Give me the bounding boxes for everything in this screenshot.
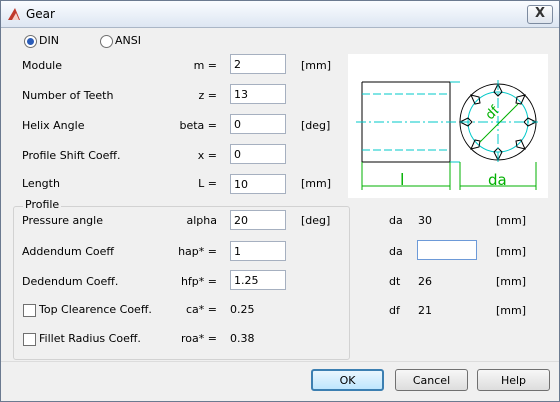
pressure-angle-label: Pressure angle bbox=[22, 214, 103, 227]
window-title: Gear bbox=[26, 7, 55, 21]
root-diameter-label: df bbox=[483, 103, 503, 123]
result-da-value: 30 bbox=[418, 214, 432, 227]
length-unit: [mm] bbox=[301, 177, 332, 190]
top-clearance-label: Top Clearence Coeff. bbox=[39, 303, 152, 316]
result-df-symbol: df bbox=[389, 304, 400, 317]
ok-button[interactable]: OK bbox=[311, 369, 384, 391]
helix-angle-label: Helix Angle bbox=[22, 119, 85, 132]
help-button[interactable]: Help bbox=[477, 369, 550, 391]
helix-angle-symbol: beta = bbox=[179, 119, 217, 132]
dedendum-symbol: hfp* = bbox=[180, 275, 217, 288]
gear-drawing: l df da bbox=[356, 80, 538, 190]
addendum-label: Addendum Coeff bbox=[22, 245, 114, 258]
addendum-symbol: hap* = bbox=[178, 245, 217, 258]
dedendum-label: Dedendum Coeff. bbox=[22, 275, 119, 288]
result-dt-value: 26 bbox=[418, 275, 432, 288]
length-label: Length bbox=[22, 177, 60, 190]
teeth-input[interactable]: 13 bbox=[230, 84, 286, 104]
module-symbol: m = bbox=[193, 59, 217, 72]
close-button[interactable]: X bbox=[527, 5, 553, 24]
result-da2-input[interactable] bbox=[417, 240, 477, 260]
result-df-value: 21 bbox=[418, 304, 432, 317]
pressure-angle-input[interactable]: 20 bbox=[230, 210, 286, 230]
profile-shift-label: Profile Shift Coeff. bbox=[22, 149, 121, 162]
fillet-radius-value: 0.38 bbox=[230, 332, 255, 345]
result-da2-symbol: da bbox=[389, 245, 403, 258]
fillet-radius-label: Fillet Radius Coeff. bbox=[39, 332, 141, 345]
result-dt-symbol: dt bbox=[389, 275, 401, 288]
fillet-radius-checkbox[interactable] bbox=[23, 333, 36, 346]
result-df-unit: [mm] bbox=[496, 304, 527, 317]
pressure-angle-unit: [deg] bbox=[301, 214, 331, 227]
top-clearance-value: 0.25 bbox=[230, 303, 255, 316]
length-input[interactable]: 10 bbox=[230, 174, 286, 194]
teeth-label: Number of Teeth bbox=[22, 89, 114, 102]
diameter-dimension-label: da bbox=[488, 171, 507, 189]
din-label: DIN bbox=[39, 34, 59, 47]
module-unit: [mm] bbox=[301, 59, 332, 72]
teeth-symbol: z = bbox=[198, 89, 218, 102]
module-label: Module bbox=[22, 59, 62, 72]
top-clearance-symbol: ca* = bbox=[185, 303, 217, 316]
length-dimension-label: l bbox=[400, 170, 404, 189]
dedendum-input[interactable]: 1.25 bbox=[230, 270, 286, 290]
fillet-radius-symbol: roa* = bbox=[181, 332, 217, 345]
din-radio[interactable] bbox=[24, 35, 37, 48]
pressure-angle-symbol: alpha bbox=[186, 214, 218, 227]
result-da-symbol: da bbox=[389, 214, 403, 227]
gear-dialog: Gear X DIN ANSI Module m = 2 [mm] Number… bbox=[0, 0, 560, 402]
gear-preview: l df da bbox=[348, 54, 548, 198]
helix-angle-unit: [deg] bbox=[301, 119, 331, 132]
result-da2-unit: [mm] bbox=[496, 245, 527, 258]
app-icon bbox=[8, 8, 20, 20]
cancel-button[interactable]: Cancel bbox=[395, 369, 468, 391]
profile-shift-symbol: x = bbox=[197, 149, 217, 162]
profile-shift-input[interactable]: 0 bbox=[230, 144, 286, 164]
length-symbol: L = bbox=[198, 177, 217, 190]
result-dt-unit: [mm] bbox=[496, 275, 527, 288]
ansi-radio[interactable] bbox=[100, 35, 113, 48]
addendum-input[interactable]: 1 bbox=[230, 241, 286, 261]
radio-selected-dot bbox=[27, 38, 34, 45]
top-clearance-checkbox[interactable] bbox=[23, 304, 36, 317]
button-separator bbox=[1, 361, 559, 362]
profile-group-title: Profile bbox=[23, 198, 62, 211]
result-da-unit: [mm] bbox=[496, 214, 527, 227]
helix-angle-input[interactable]: 0 bbox=[230, 114, 286, 134]
ansi-label: ANSI bbox=[115, 34, 141, 47]
module-input[interactable]: 2 bbox=[230, 54, 286, 74]
title-bar: Gear X bbox=[1, 1, 559, 28]
